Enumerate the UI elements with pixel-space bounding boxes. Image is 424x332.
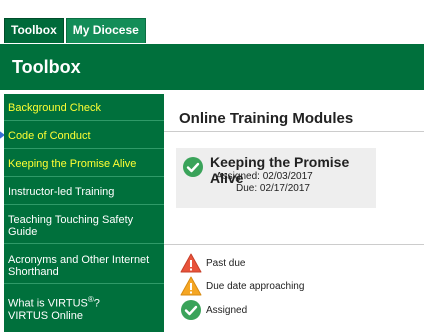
sidebar-item-what-is-virtus[interactable]: What is VIRTUS®? VIRTUS Online: [4, 294, 164, 330]
sidebar-item-background-check[interactable]: Background Check: [4, 102, 164, 121]
toolbox-banner: Toolbox: [0, 44, 424, 90]
sidebar: Background Check Code of Conduct Keeping…: [4, 94, 164, 332]
tab-my-diocese[interactable]: My Diocese: [65, 18, 146, 43]
sidebar-item-acronyms[interactable]: Acronyms and Other Internet Shorthand: [4, 254, 164, 284]
sidebar-item-instructor-led-training[interactable]: Instructor-led Training: [4, 186, 164, 205]
top-tabs: Toolbox My Diocese: [4, 18, 146, 43]
legend-divider: [164, 244, 424, 245]
module-due-date: Due: 02/17/2017: [236, 183, 310, 194]
top-logo-strip: [0, 0, 424, 18]
sidebar-item-keeping-the-promise-alive[interactable]: Keeping the Promise Alive: [4, 158, 164, 177]
training-module-card[interactable]: Keeping the Promise Alive Assigned: 02/0…: [176, 148, 376, 208]
legend-assigned-label: Assigned: [206, 305, 248, 316]
main-content: Online Training Modules Keeping the Prom…: [164, 94, 424, 332]
check-circle-icon: [181, 300, 201, 320]
warning-triangle-icon: [180, 276, 202, 296]
virtus-question: ?: [93, 297, 100, 310]
tab-toolbox[interactable]: Toolbox: [4, 18, 64, 43]
banner-title: Toolbox: [12, 57, 81, 77]
error-triangle-icon: [180, 253, 202, 273]
virtus-label: What is VIRTUS: [8, 297, 88, 310]
module-assigned-date: Assigned: 02/03/2017: [216, 171, 313, 182]
virtus-online-label: VIRTUS Online: [8, 309, 83, 322]
title-divider: [164, 131, 424, 132]
legend-past-due-label: Past due: [206, 258, 246, 269]
sidebar-item-code-of-conduct[interactable]: Code of Conduct: [4, 130, 164, 149]
sidebar-item-teaching-touching-safety-guide[interactable]: Teaching Touching Safety Guide: [4, 214, 164, 244]
check-circle-icon: [183, 157, 203, 177]
page-title: Online Training Modules: [179, 110, 354, 127]
legend-approaching-label: Due date approaching: [206, 281, 305, 292]
